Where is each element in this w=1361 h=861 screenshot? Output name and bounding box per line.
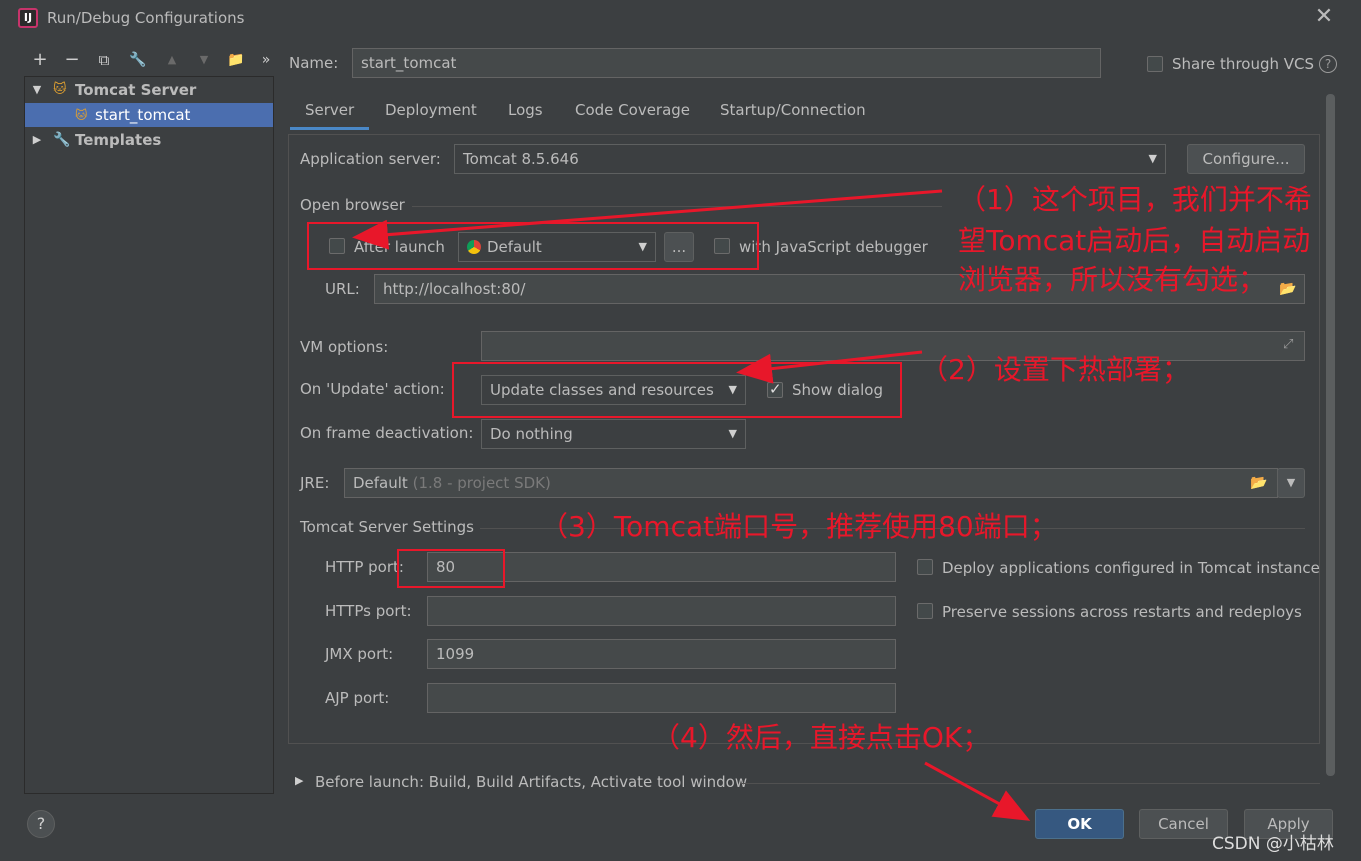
watermark: CSDN @小枯林 — [1212, 834, 1334, 854]
annotation-1-line1: （1）这个项目，我们并不希 — [958, 183, 1312, 216]
arrow-1 — [352, 189, 943, 250]
arrow-2 — [736, 350, 923, 384]
annotation-4: （4）然后，直接点击OK； — [652, 721, 991, 754]
annotation-1-line2: 望Tomcat启动后，自动启动 — [958, 224, 1311, 257]
annotation-2: （2）设置下热部署； — [920, 353, 1190, 386]
annotation-1-line3: 浏览器，所以没有勾选； — [958, 263, 1267, 296]
arrow-4 — [924, 761, 1031, 821]
annotation-3: （3）Tomcat端口号，推荐使用80端口； — [540, 510, 1058, 543]
